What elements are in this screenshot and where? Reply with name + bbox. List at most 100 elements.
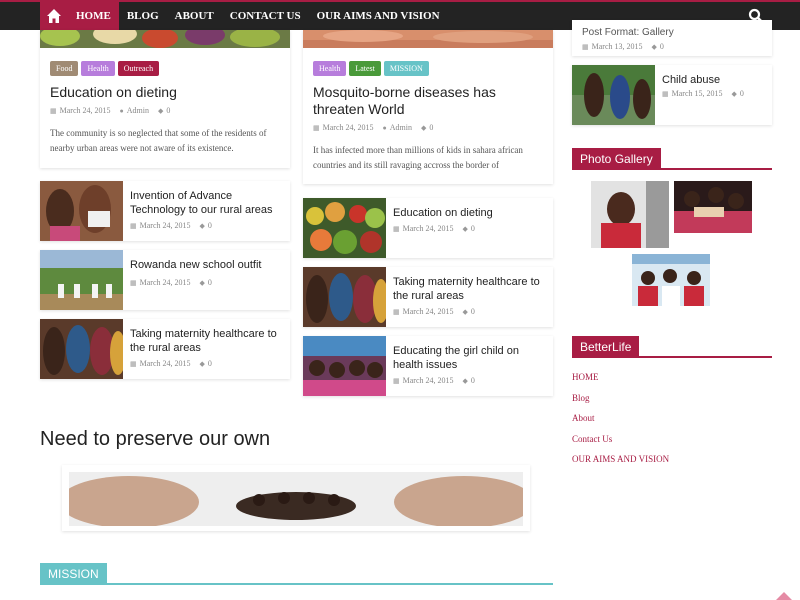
post-title[interactable]: Post Format: Gallery [582,26,766,40]
banner-image[interactable] [69,472,523,526]
post-title[interactable]: Taking maternity healthcare to the rural… [130,327,284,355]
sidebar-link-home[interactable]: HOME [572,372,669,393]
featured-post-card[interactable]: Health Latest MISSION Mosquito-borne dis… [303,30,553,184]
gallery-image[interactable] [591,181,669,248]
post-thumbnail[interactable] [303,198,386,258]
list-item[interactable]: Education on dieting ▦ March 24, 2015 ◆ 0 [303,198,553,258]
post-date[interactable]: ▦ March 13, 2015 [582,42,643,51]
post-comments[interactable]: ◆ 0 [732,89,744,98]
calendar-icon: ▦ [662,90,669,98]
mission-heading-label: MISSION [40,563,107,585]
featured-post-image[interactable] [303,30,553,48]
list-item[interactable]: Rowanda new school outfit ▦ March 24, 201… [40,250,290,310]
comment-icon: ◆ [199,279,205,287]
category-tag[interactable]: Latest [349,61,381,76]
list-item[interactable]: Invention of Advance Technology to our r… [40,181,290,241]
menu-item-contact[interactable]: CONTACT US [222,2,309,30]
sidebar-post[interactable]: Post Format: Gallery ▦ March 13, 2015 ◆ 0 [572,20,772,56]
post-comments[interactable]: ◆ 0 [200,221,212,230]
featured-post-card[interactable]: Food Health Outreach Education on dietin… [40,30,290,168]
post-comments[interactable]: ◆ 0 [200,359,212,368]
post-thumbnail[interactable] [40,319,123,379]
post-meta: ▦ March 24, 2015 ● Admin ◆ 0 [313,123,433,132]
post-title[interactable]: Education on dieting [393,206,547,220]
post-comments[interactable]: ◆ 0 [463,224,475,233]
section-title: Need to preserve our own [40,428,271,450]
post-meta: ▦ March 24, 2015 ◆ 0 [393,307,475,316]
post-title[interactable]: Taking maternity healthcare to the rural… [393,275,547,303]
comment-icon: ◆ [462,308,468,316]
sidebar-link-contact[interactable]: Contact Us [572,434,669,455]
sidebar-link-about[interactable]: About [572,413,669,434]
post-title[interactable]: Educating the girl child on health issue… [393,344,547,372]
post-title[interactable]: Child abuse [662,73,766,87]
calendar-icon: ▦ [393,225,400,233]
post-title[interactable]: Rowanda new school outfit [130,258,284,272]
list-item[interactable]: Taking maternity healthcare to the rural… [40,319,290,379]
post-thumbnail[interactable] [572,65,655,125]
gallery-image[interactable] [674,181,752,233]
post-comments[interactable]: ◆ 0 [200,278,212,287]
menu-item-about[interactable]: ABOUT [167,2,222,30]
menu-item-blog[interactable]: BLOG [119,2,167,30]
comment-icon: ◆ [462,225,468,233]
post-thumbnail[interactable] [40,250,123,310]
post-thumbnail[interactable] [40,181,123,241]
post-date[interactable]: ▦ March 24, 2015 [393,376,454,385]
category-tag[interactable]: MISSION [383,61,429,76]
scroll-to-top-button[interactable] [776,592,792,600]
post-date[interactable]: ▦ March 24, 2015 [130,359,191,368]
post-comments[interactable]: ◆ 0 [652,42,664,51]
featured-post-image[interactable] [40,30,290,48]
list-item[interactable]: Taking maternity healthcare to the rural… [303,267,553,327]
post-date[interactable]: ▦ March 24, 2015 [393,307,454,316]
category-tag[interactable]: Food [50,61,79,76]
post-title[interactable]: Education on dieting [50,84,280,101]
post-title[interactable]: Invention of Advance Technology to our r… [130,189,284,217]
post-meta: ▦ March 24, 2015 ◆ 0 [130,359,212,368]
post-date[interactable]: ▦ March 24, 2015 [393,224,454,233]
category-tags: Health Latest MISSION [313,61,429,76]
post-comments[interactable]: ◆ 0 [421,123,433,132]
post-date[interactable]: ▦ March 24, 2015 [50,106,111,115]
post-date[interactable]: ▦ March 24, 2015 [313,123,374,132]
category-tag[interactable]: Outreach [117,61,160,76]
post-meta: ▦ March 13, 2015 ◆ 0 [582,42,664,51]
sidebar-post[interactable]: Child abuse ▦ March 15, 2015 ◆ 0 [572,65,772,125]
photo-gallery-heading-label: Photo Gallery [572,148,661,170]
menu-item-home[interactable]: HOME [68,2,119,30]
post-comments[interactable]: ◆ 0 [463,376,475,385]
post-date[interactable]: ▦ March 24, 2015 [130,278,191,287]
menu-item-aims[interactable]: OUR AIMS AND VISION [309,2,448,30]
post-excerpt: The community is so neglected that some … [50,128,267,153]
category-tag[interactable]: Health [81,61,115,76]
betterlife-heading-label: BetterLife [572,336,640,358]
post-thumbnail[interactable] [303,336,386,396]
sidebar-link-aims[interactable]: OUR AIMS AND VISION [572,454,669,475]
gallery-image[interactable] [632,254,710,306]
post-meta: ▦ March 24, 2015 ● Admin ◆ 0 [50,106,170,115]
main-menu: HOME BLOG ABOUT CONTACT US OUR AIMS AND … [68,2,448,30]
comment-icon: ◆ [157,107,164,115]
post-thumbnail[interactable] [303,267,386,327]
sidebar-link-blog[interactable]: Blog [572,393,669,414]
category-tags: Food Health Outreach [50,61,160,76]
home-button[interactable] [40,2,68,30]
post-comments[interactable]: ◆ 0 [463,307,475,316]
post-title[interactable]: Mosquito-borne diseases has threaten Wor… [313,84,523,118]
post-comments[interactable]: ◆ 0 [158,106,170,115]
category-tag[interactable]: Health [313,61,347,76]
post-meta: ▦ March 24, 2015 ◆ 0 [393,224,475,233]
comment-icon: ◆ [651,43,657,51]
post-author[interactable]: ● Admin [120,106,149,115]
home-icon [47,9,61,23]
user-icon: ● [119,107,124,115]
post-date[interactable]: ▦ March 15, 2015 [662,89,723,98]
post-date[interactable]: ▦ March 24, 2015 [130,221,191,230]
list-item[interactable]: Educating the girl child on health issue… [303,336,553,396]
calendar-icon: ▦ [393,308,400,316]
post-author[interactable]: ● Admin [383,123,412,132]
betterlife-links: HOME Blog About Contact Us OUR AIMS AND … [572,372,669,475]
betterlife-heading: BetterLife [572,336,772,358]
comment-icon: ◆ [420,124,427,132]
